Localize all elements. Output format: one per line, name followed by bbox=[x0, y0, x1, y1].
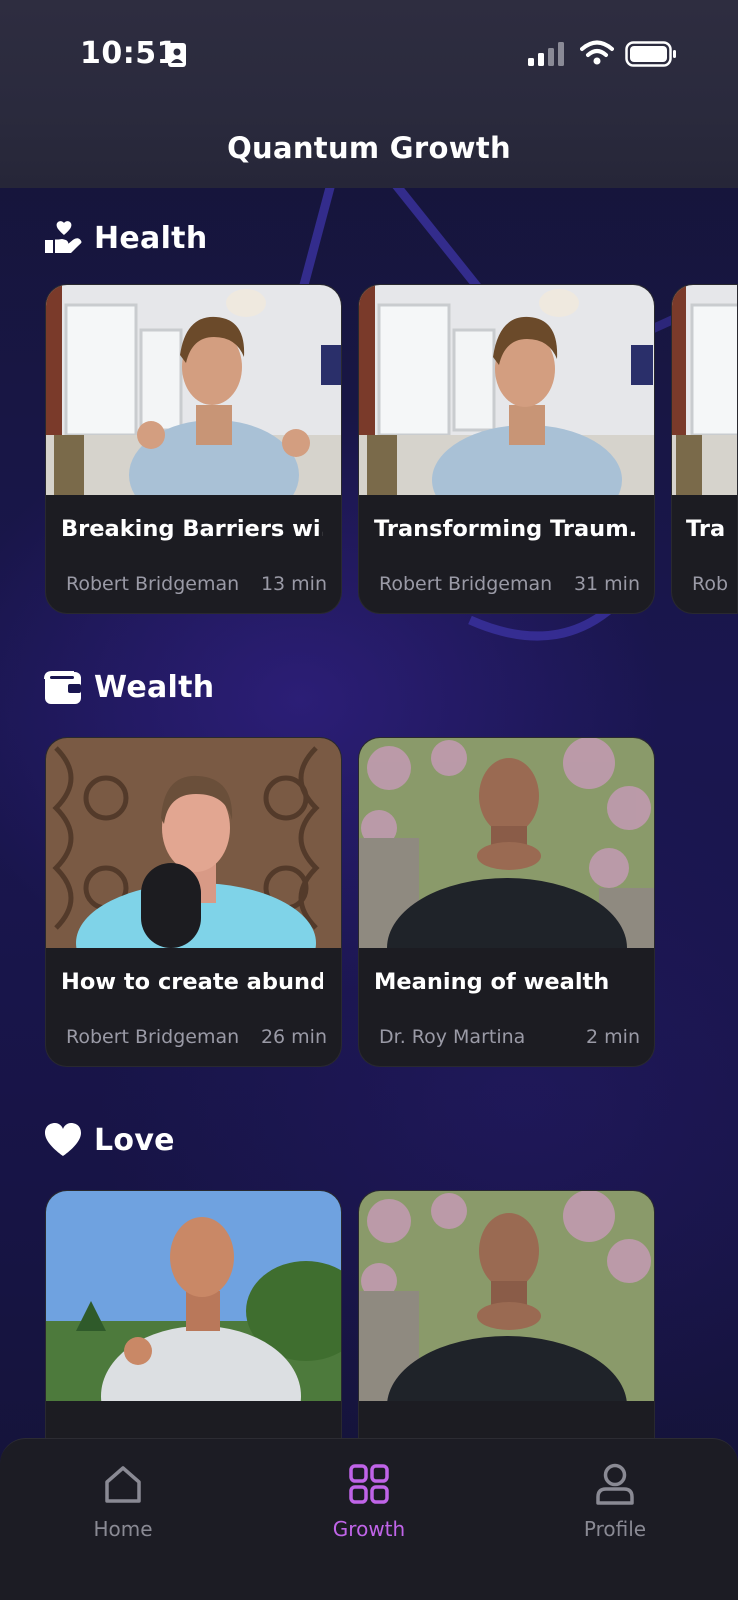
video-author: Dr. Roy Martina bbox=[379, 1026, 526, 1048]
page-title: Quantum Growth bbox=[227, 131, 511, 165]
video-card-partial[interactable]: Tra Rob bbox=[671, 284, 738, 614]
nav-label: Profile bbox=[583, 1517, 647, 1541]
video-thumbnail bbox=[359, 285, 654, 495]
video-author: Rob bbox=[692, 573, 729, 595]
video-author: Robert Bridgeman bbox=[66, 1026, 240, 1048]
section-header-health: Health bbox=[44, 218, 207, 258]
section-title: Wealth bbox=[94, 669, 215, 705]
heart-icon bbox=[44, 1120, 84, 1160]
home-icon bbox=[43, 1461, 203, 1507]
id-badge-icon bbox=[168, 43, 186, 67]
video-card[interactable]: Meaning of wealth Dr. Roy Martina 2 min bbox=[358, 737, 655, 1067]
wifi-icon bbox=[580, 40, 614, 65]
video-thumbnail bbox=[359, 738, 654, 948]
video-title: Tra bbox=[686, 516, 726, 542]
nav-item-growth[interactable]: Growth bbox=[289, 1461, 449, 1541]
cellular-signal-icon bbox=[528, 42, 564, 66]
wallet-icon bbox=[44, 667, 84, 707]
video-author: Robert Bridgeman bbox=[379, 573, 553, 595]
video-thumbnail bbox=[359, 1191, 654, 1401]
video-duration: 13 min bbox=[260, 573, 327, 595]
section-header-love: Love bbox=[44, 1120, 175, 1160]
video-card[interactable]: Breaking Barriers wi... Robert Bridgeman… bbox=[45, 284, 342, 614]
video-author: Robert Bridgeman bbox=[66, 573, 240, 595]
video-title: Meaning of wealth bbox=[374, 969, 610, 995]
section-title: Health bbox=[94, 220, 208, 256]
hand-heart-icon bbox=[44, 218, 84, 258]
video-duration: 31 min bbox=[573, 573, 640, 595]
top-bar: 10:51 Quantum Growth bbox=[0, 0, 738, 188]
battery-icon bbox=[625, 41, 676, 67]
nav-label: Growth bbox=[332, 1517, 406, 1541]
video-title: Breaking Barriers wi... bbox=[61, 516, 323, 542]
video-thumbnail bbox=[46, 285, 341, 495]
bottom-navigation: Home Growth Profile bbox=[0, 1438, 738, 1600]
nav-item-profile[interactable]: Profile bbox=[535, 1461, 695, 1541]
video-title: How to create abund... bbox=[61, 969, 323, 995]
video-duration: 2 min bbox=[586, 1026, 640, 1048]
video-card[interactable]: Transforming Traum... Robert Bridgeman 3… bbox=[358, 284, 655, 614]
video-thumbnail bbox=[672, 285, 737, 495]
section-title: Love bbox=[94, 1122, 175, 1158]
user-icon bbox=[535, 1461, 695, 1507]
status-time: 10:51 bbox=[80, 36, 178, 71]
section-header-wealth: Wealth bbox=[44, 667, 214, 707]
video-duration: 26 min bbox=[260, 1026, 327, 1048]
video-title: Transforming Traum... bbox=[374, 516, 636, 542]
video-card[interactable]: How to create abund... Robert Bridgeman … bbox=[45, 737, 342, 1067]
app-screen: 10:51 Quantum Growth Health Breaking Bar… bbox=[0, 0, 738, 1600]
nav-label: Home bbox=[93, 1517, 153, 1541]
grid-icon bbox=[289, 1461, 449, 1507]
video-thumbnail bbox=[46, 1191, 341, 1401]
video-thumbnail bbox=[46, 738, 341, 948]
nav-item-home[interactable]: Home bbox=[43, 1461, 203, 1541]
